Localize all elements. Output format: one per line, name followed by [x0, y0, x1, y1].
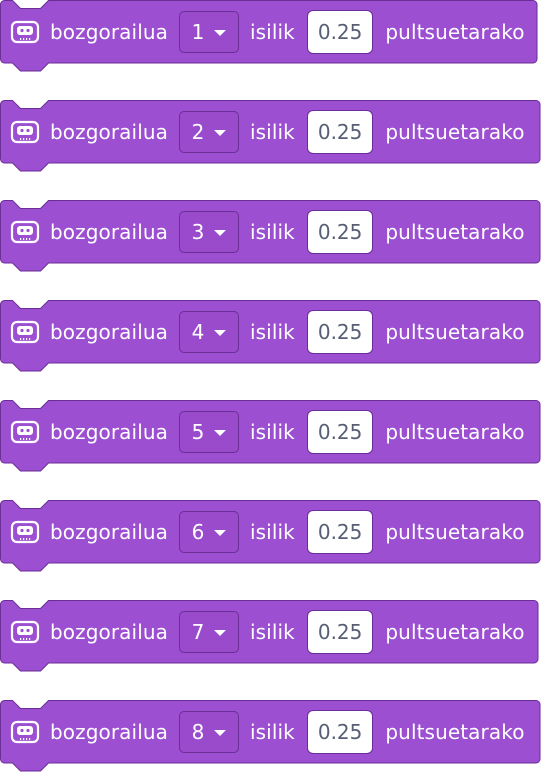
microbit-icon [10, 518, 40, 546]
block-label-silent: isilik [250, 320, 295, 344]
pin-dropdown-value: 5 [191, 420, 205, 444]
microbit-icon [10, 418, 40, 446]
pin-dropdown-value: 2 [191, 120, 205, 144]
block-label-silent: isilik [250, 620, 295, 644]
block-label-speaker: bozgorailua [50, 720, 168, 744]
caret-down-icon [214, 530, 227, 536]
block-label-pulses: pultsuetarako [385, 720, 525, 744]
block-label-speaker: bozgorailua [50, 120, 168, 144]
block-label-speaker: bozgorailua [50, 420, 168, 444]
pin-dropdown[interactable]: 7 [179, 611, 239, 653]
duration-input[interactable]: 0.25 [306, 610, 374, 654]
block-label-silent: isilik [250, 720, 295, 744]
duration-input[interactable]: 0.25 [306, 10, 374, 54]
caret-down-icon [214, 230, 227, 236]
caret-down-icon [214, 430, 227, 436]
block-label-silent: isilik [250, 420, 295, 444]
block-label-pulses: pultsuetarako [385, 420, 525, 444]
pin-dropdown-value: 4 [191, 320, 205, 344]
block-label-pulses: pultsuetarako [385, 20, 525, 44]
block-label-silent: isilik [250, 520, 295, 544]
microbit-icon [10, 718, 40, 746]
duration-input[interactable]: 0.25 [306, 710, 374, 754]
block-label-pulses: pultsuetarako [385, 620, 525, 644]
block-label-silent: isilik [250, 120, 295, 144]
block-label-pulses: pultsuetarako [385, 120, 525, 144]
pin-dropdown[interactable]: 4 [179, 311, 239, 353]
block-label-pulses: pultsuetarako [385, 320, 525, 344]
pin-dropdown[interactable]: 8 [179, 711, 239, 753]
duration-input[interactable]: 0.25 [306, 410, 374, 454]
pin-dropdown[interactable]: 2 [179, 111, 239, 153]
pin-dropdown[interactable]: 5 [179, 411, 239, 453]
block-label-pulses: pultsuetarako [385, 220, 525, 244]
duration-input[interactable]: 0.25 [306, 310, 374, 354]
block-label-speaker: bozgorailua [50, 320, 168, 344]
block-label-silent: isilik [250, 220, 295, 244]
caret-down-icon [214, 130, 227, 136]
microbit-icon [10, 318, 40, 346]
pin-dropdown[interactable]: 1 [179, 11, 239, 53]
caret-down-icon [214, 330, 227, 336]
block-label-speaker: bozgorailua [50, 620, 168, 644]
pin-dropdown-value: 8 [191, 720, 205, 744]
block-label-speaker: bozgorailua [50, 220, 168, 244]
block-label-pulses: pultsuetarako [385, 520, 525, 544]
microbit-icon [10, 218, 40, 246]
caret-down-icon [214, 630, 227, 636]
pin-dropdown-value: 3 [191, 220, 205, 244]
duration-input[interactable]: 0.25 [306, 110, 374, 154]
duration-input[interactable]: 0.25 [306, 510, 374, 554]
microbit-icon [10, 118, 40, 146]
pin-dropdown[interactable]: 6 [179, 511, 239, 553]
pin-dropdown-value: 6 [191, 520, 205, 544]
pin-dropdown-value: 7 [191, 620, 205, 644]
caret-down-icon [214, 730, 227, 736]
block-label-speaker: bozgorailua [50, 520, 168, 544]
duration-input[interactable]: 0.25 [306, 210, 374, 254]
microbit-icon [10, 18, 40, 46]
pin-dropdown[interactable]: 3 [179, 211, 239, 253]
pin-dropdown-value: 1 [191, 20, 205, 44]
microbit-icon [10, 618, 40, 646]
caret-down-icon [214, 30, 227, 36]
block-label-speaker: bozgorailua [50, 20, 168, 44]
block-label-silent: isilik [250, 20, 295, 44]
